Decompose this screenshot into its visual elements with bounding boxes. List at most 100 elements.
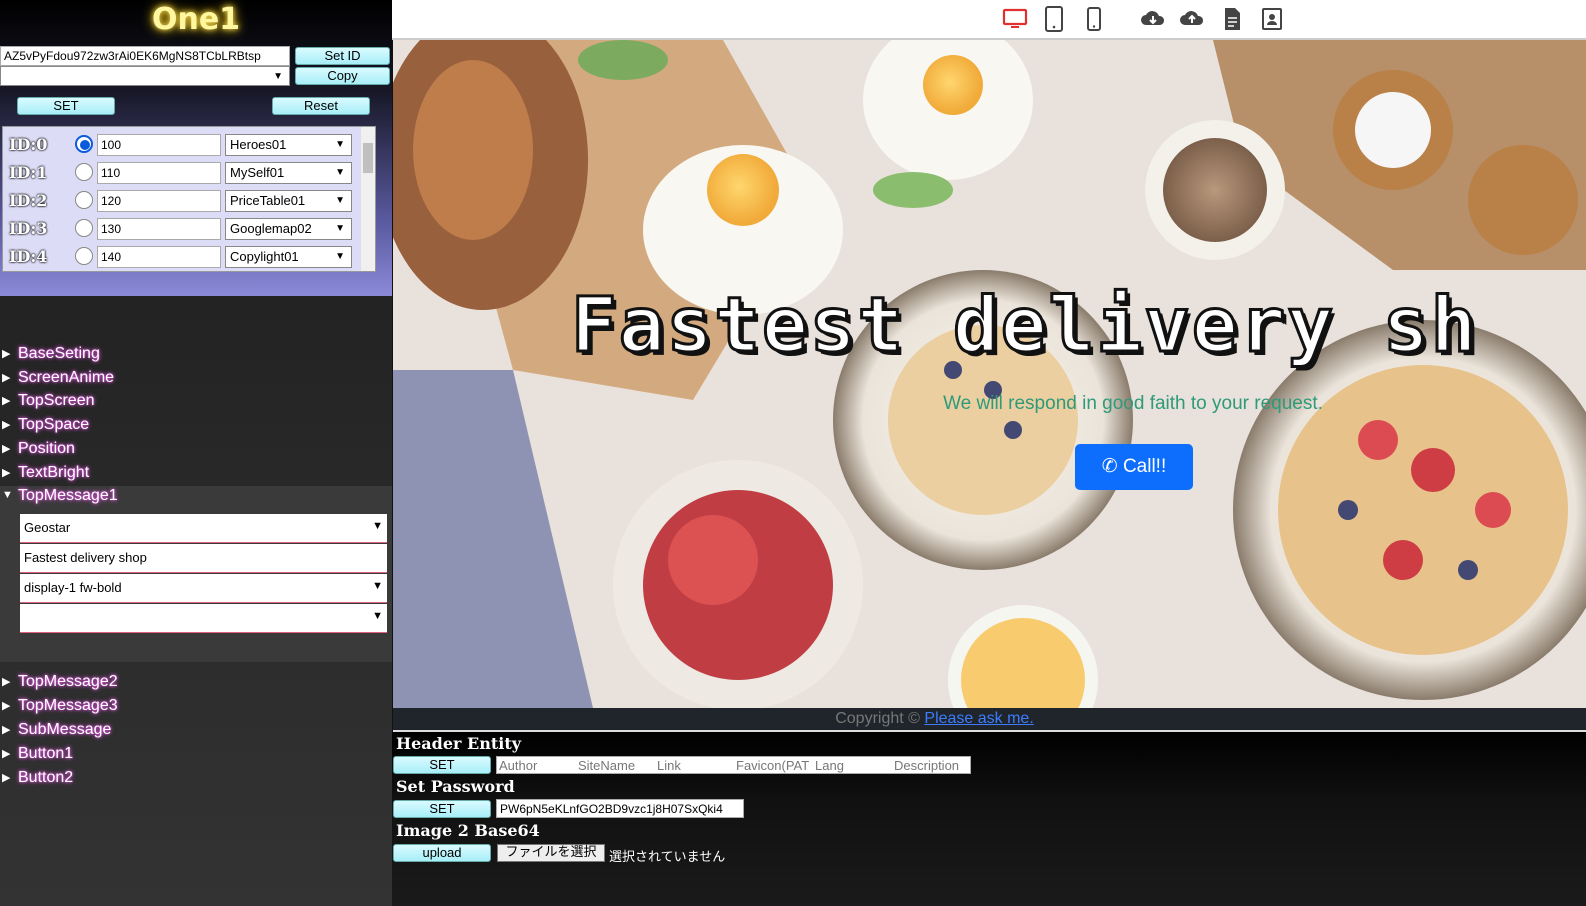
sitename-input[interactable]: SiteName [578, 758, 635, 773]
site-preview: Fastest delivery sh We will respond in g… [393, 40, 1586, 708]
id-number-input[interactable]: 130 [97, 218, 221, 240]
copyright-text: Copyright © [835, 710, 920, 727]
id-number-input[interactable]: 120 [97, 190, 221, 212]
favicon-input[interactable]: Favicon(PAT [736, 758, 809, 773]
chevron-down-icon: ▼ [335, 167, 345, 178]
triangle-right-icon: ▶ [2, 676, 11, 688]
template-select[interactable]: MySelf01 ▼ [225, 162, 352, 184]
id-number-input[interactable]: 110 [97, 162, 221, 184]
id-list[interactable]: ID:0 100 Heroes01 ▼ ID:1 110 MySelf01 ▼ ID… [2, 126, 376, 272]
triangle-right-icon: ▶ [2, 395, 11, 407]
mobile-icon[interactable] [1081, 6, 1107, 32]
header-fields: Author SiteName Link Favicon(PAT Lang De… [496, 756, 971, 774]
id-radio[interactable] [75, 163, 93, 181]
triangle-right-icon: ▶ [2, 748, 11, 760]
id-number-input[interactable]: 140 [97, 246, 221, 268]
choose-file-button[interactable]: ファイルを選択 [497, 844, 605, 862]
hero-background-image [393, 40, 1586, 708]
reset-button[interactable]: Reset [272, 97, 370, 115]
id-row: ID:3 130 Googlemap02 ▼ [3, 215, 363, 243]
hero-subtitle: We will respond in good faith to your re… [943, 393, 1323, 414]
password-input[interactable]: PW6pN5eKLnfGO2BD9vzc1j8H07SxQki4 [496, 799, 744, 818]
chevron-down-icon: ▼ [335, 195, 345, 206]
tablet-icon[interactable] [1041, 6, 1067, 32]
triangle-right-icon: ▶ [2, 419, 11, 431]
tree-item-baseseting[interactable]: ▶ BaseSeting [0, 344, 392, 366]
id-select[interactable]: ▼ [0, 66, 290, 86]
template-select[interactable]: Copylight01 ▼ [225, 246, 352, 268]
chevron-down-icon: ▼ [335, 223, 345, 234]
triangle-right-icon: ▶ [2, 443, 11, 455]
call-button[interactable]: ✆ Call!! [1075, 444, 1193, 490]
copy-button[interactable]: Copy [295, 67, 390, 85]
triangle-right-icon: ▶ [2, 700, 11, 712]
triangle-right-icon: ▶ [2, 372, 11, 384]
set-password-title: Set Password [396, 777, 515, 796]
tree-item-topspace[interactable]: ▶ TopSpace [0, 415, 392, 437]
template-select[interactable]: Googlemap02 ▼ [225, 218, 352, 240]
no-file-label: 選択されていません [609, 850, 726, 865]
description-input[interactable]: Description [894, 758, 959, 773]
tree-item-screenanime[interactable]: ▶ ScreenAnime [0, 368, 392, 390]
id-label: ID:3 [9, 219, 48, 238]
id-radio[interactable] [75, 247, 93, 265]
upload-button[interactable]: upload [393, 844, 491, 862]
tree-item-topmessage2[interactable]: ▶ TopMessage2 [0, 672, 392, 694]
triangle-right-icon: ▶ [2, 724, 11, 736]
id-radio[interactable] [75, 191, 93, 209]
id-row: ID:1 110 MySelf01 ▼ [3, 159, 363, 187]
id-radio[interactable] [75, 219, 93, 237]
chevron-down-icon: ▼ [273, 71, 283, 82]
id-settings-panel: One1 AZ5vPyFdou972zw3rAi0EK6MgNS8TCbLRBt… [0, 0, 392, 296]
contact-link[interactable]: Please ask me. [924, 710, 1033, 727]
app-title: One1 [151, 2, 241, 37]
tree-open-section: ▼ TopMessage1 Geostar ▼ Fastest delivery… [0, 486, 392, 662]
tree-item-topmessage1[interactable]: ▼ TopMessage1 [0, 486, 392, 508]
document-icon[interactable] [1219, 6, 1245, 32]
id-row: ID:0 100 Heroes01 ▼ [3, 131, 363, 159]
tree-item-textbright[interactable]: ▶ TextBright [0, 463, 392, 485]
device-toolbar [392, 0, 1586, 40]
id-value-input[interactable]: AZ5vPyFdou972zw3rAi0EK6MgNS8TCbLRBtsp [0, 46, 290, 66]
font-select[interactable]: Geostar ▼ [20, 514, 387, 543]
cloud-upload-icon[interactable] [1179, 6, 1205, 32]
desktop-icon[interactable] [1002, 6, 1028, 32]
lang-input[interactable]: Lang [815, 758, 844, 773]
chevron-down-icon: ▼ [372, 580, 383, 592]
tree-item-submessage[interactable]: ▶ SubMessage [0, 720, 392, 742]
id-row: ID:4 140 Copylight01 ▼ [3, 243, 363, 271]
link-input[interactable]: Link [657, 758, 681, 773]
id-label: ID:4 [9, 247, 48, 266]
triangle-right-icon: ▶ [2, 348, 11, 360]
phone-icon: ✆ [1101, 456, 1118, 477]
id-number-input[interactable]: 100 [97, 134, 221, 156]
triangle-right-icon: ▶ [2, 772, 11, 784]
triangle-down-icon: ▼ [2, 489, 13, 501]
password-set-button[interactable]: SET [393, 800, 491, 818]
set-id-button[interactable]: Set ID [295, 47, 390, 65]
style-select[interactable]: display-1 fw-bold ▼ [20, 574, 387, 603]
contact-icon[interactable] [1259, 6, 1285, 32]
tree-item-topscreen[interactable]: ▶ TopScreen [0, 391, 392, 413]
image-base64-title: Image 2 Base64 [396, 821, 540, 840]
template-select[interactable]: PriceTable01 ▼ [225, 190, 352, 212]
id-radio[interactable] [75, 135, 93, 153]
set-button[interactable]: SET [17, 97, 115, 115]
tree-item-topmessage3[interactable]: ▶ TopMessage3 [0, 696, 392, 718]
tree-item-button1[interactable]: ▶ Button1 [0, 744, 392, 766]
chevron-down-icon: ▼ [372, 610, 383, 622]
id-label: ID:0 [9, 135, 48, 154]
message-text-input[interactable]: Fastest delivery shop [20, 544, 387, 573]
id-label: ID:2 [9, 191, 48, 210]
extra-select[interactable]: ▼ [20, 604, 387, 633]
template-select[interactable]: Heroes01 ▼ [225, 134, 352, 156]
author-input[interactable]: Author [499, 758, 537, 773]
header-set-button[interactable]: SET [393, 756, 491, 774]
cloud-download-icon[interactable] [1140, 6, 1166, 32]
scrollbar-thumb[interactable] [363, 143, 373, 173]
left-panel: One1 AZ5vPyFdou972zw3rAi0EK6MgNS8TCbLRBt… [0, 0, 392, 906]
tree-item-button2[interactable]: ▶ Button2 [0, 768, 392, 790]
hero-title: Fastest delivery sh [569, 279, 1479, 371]
tree-item-position[interactable]: ▶ Position [0, 439, 392, 461]
id-list-scrollbar[interactable] [361, 127, 375, 271]
